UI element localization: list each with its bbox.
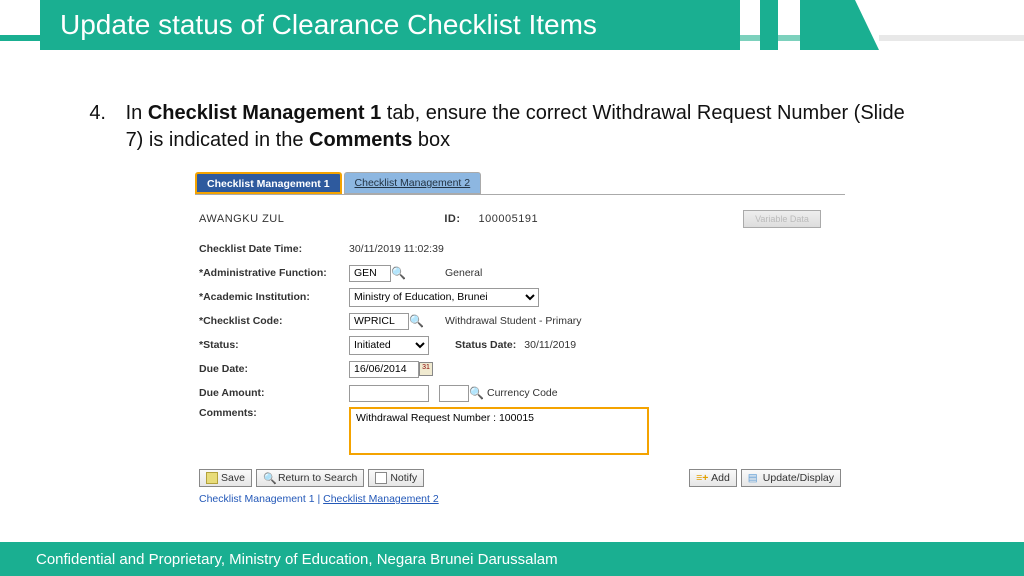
- update-display-button[interactable]: ▤Update/Display: [741, 469, 841, 487]
- step-number: 4.: [80, 100, 120, 127]
- currency-label: Currency Code: [487, 387, 558, 399]
- admin-func-input[interactable]: [349, 265, 391, 282]
- currency-input[interactable]: [439, 385, 469, 402]
- status-select[interactable]: Initiated: [349, 336, 429, 355]
- status-date-label: Status Date:: [455, 339, 516, 351]
- update-icon: ▤: [748, 472, 760, 484]
- header-accent: [740, 35, 760, 41]
- comments-label: Comments:: [199, 407, 349, 419]
- tab-checklist-mgmt-1[interactable]: Checklist Management 1: [195, 172, 342, 194]
- return-search-button[interactable]: 🔍Return to Search: [256, 469, 364, 487]
- student-name: AWANGKU ZUL: [199, 213, 284, 225]
- header-accent: [778, 35, 800, 41]
- checklist-code-input[interactable]: [349, 313, 409, 330]
- tab-checklist-mgmt-2[interactable]: Checklist Management 2: [344, 172, 482, 194]
- form-body: Variable Data AWANGKU ZUL ID: 100005191 …: [195, 194, 845, 509]
- institution-select[interactable]: Ministry of Education, Brunei: [349, 288, 539, 307]
- datetime-value: 30/11/2019 11:02:39: [349, 243, 444, 255]
- save-icon: [206, 472, 218, 484]
- checklist-code-desc: Withdrawal Student - Primary: [445, 315, 582, 327]
- slide-header: Update status of Clearance Checklist Ite…: [0, 0, 1024, 50]
- notify-button[interactable]: Notify: [368, 469, 424, 487]
- header-accent: [760, 0, 778, 50]
- add-icon: ≡+: [696, 472, 708, 484]
- notify-icon: [375, 472, 387, 484]
- checklist-code-label: *Checklist Code:: [199, 315, 349, 327]
- checklist-form-screenshot: Checklist Management 1 Checklist Managem…: [195, 172, 845, 509]
- header-main-block: Update status of Clearance Checklist Ite…: [40, 0, 740, 50]
- admin-func-label: *Administrative Function:: [199, 267, 349, 279]
- link-checklist-1[interactable]: Checklist Management 1: [199, 493, 315, 505]
- due-date-label: Due Date:: [199, 363, 349, 375]
- lookup-icon[interactable]: 🔍: [391, 266, 405, 280]
- status-date-value: 30/11/2019: [524, 339, 576, 351]
- link-checklist-2[interactable]: Checklist Management 2: [323, 493, 439, 505]
- lookup-icon[interactable]: 🔍: [409, 314, 423, 328]
- save-button[interactable]: Save: [199, 469, 252, 487]
- tab-bar: Checklist Management 1 Checklist Managem…: [195, 172, 845, 194]
- id-value: 100005191: [479, 213, 539, 225]
- slide-footer: Confidential and Proprietary, Ministry o…: [0, 542, 1024, 576]
- due-amount-input[interactable]: [349, 385, 429, 402]
- header-accent: [879, 35, 1024, 41]
- due-amount-label: Due Amount:: [199, 387, 349, 399]
- header-accent-left: [0, 35, 40, 41]
- status-label: *Status:: [199, 339, 349, 351]
- header-accent: [800, 0, 855, 50]
- due-date-input[interactable]: [349, 361, 419, 378]
- admin-func-desc: General: [445, 267, 482, 279]
- slide-title: Update status of Clearance Checklist Ite…: [60, 9, 597, 41]
- variable-data-button: Variable Data: [743, 210, 821, 228]
- datetime-label: Checklist Date Time:: [199, 243, 349, 255]
- step-text: In Checklist Management 1 tab, ensure th…: [126, 100, 926, 154]
- institution-label: *Academic Institution:: [199, 291, 349, 303]
- instruction-step: 4. In Checklist Management 1 tab, ensure…: [80, 100, 950, 154]
- footer-text: Confidential and Proprietary, Ministry o…: [36, 551, 558, 568]
- calendar-icon[interactable]: 31: [419, 362, 433, 376]
- action-buttons-row: Save 🔍Return to Search Notify ≡+Add ▤Upd…: [199, 469, 841, 487]
- add-button[interactable]: ≡+Add: [689, 469, 737, 487]
- comments-textarea[interactable]: Withdrawal Request Number : 100015: [349, 407, 649, 455]
- bottom-tab-links: Checklist Management 1 | Checklist Manag…: [199, 493, 841, 505]
- id-label: ID:: [444, 213, 460, 225]
- lookup-icon[interactable]: 🔍: [469, 386, 483, 400]
- search-icon: 🔍: [263, 472, 275, 484]
